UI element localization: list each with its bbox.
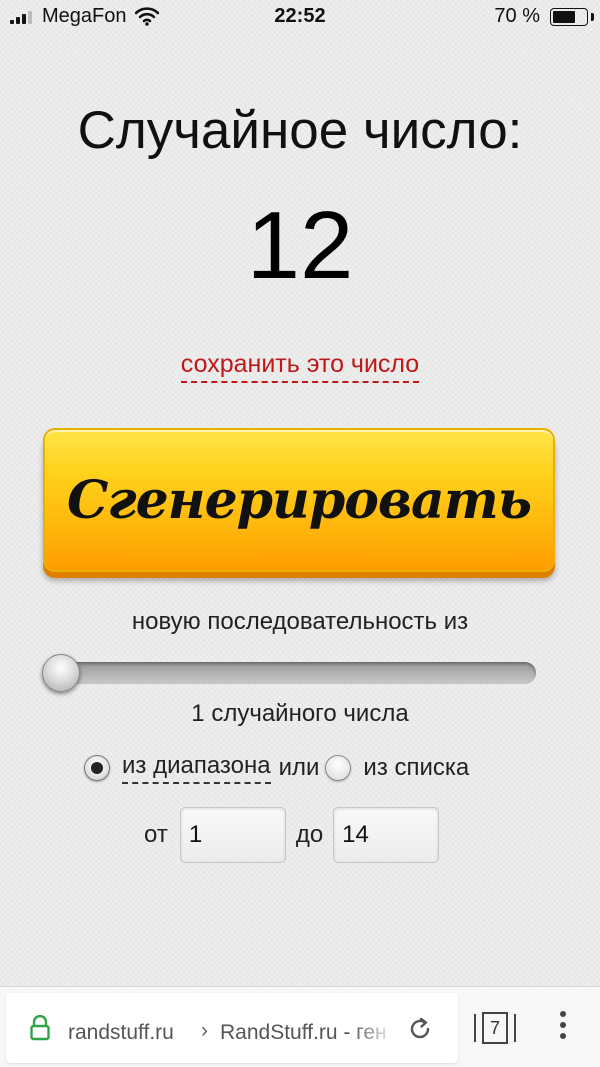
- random-number: 12: [246, 192, 354, 299]
- url-domain: randstuff.ru: [68, 1021, 174, 1044]
- from-label: от: [144, 821, 168, 848]
- tab-count: 7: [482, 1012, 508, 1044]
- range-mode-link[interactable]: из диапазона: [122, 752, 271, 784]
- mode-selector: из диапазона или из списка: [84, 750, 469, 786]
- or-label: или: [278, 754, 320, 781]
- count-slider-handle[interactable]: [42, 654, 80, 692]
- status-bar: MegaFon 22:52 70 %: [0, 0, 600, 34]
- battery-icon: [550, 8, 588, 26]
- generate-button-label: Сгенерировать: [66, 469, 532, 531]
- page-title: Случайное число:: [77, 101, 523, 160]
- range-inputs: от до: [144, 806, 440, 864]
- tabs-right-bar: [514, 1014, 516, 1042]
- battery-tip: [591, 13, 594, 21]
- reload-icon[interactable]: [406, 1015, 434, 1043]
- to-input[interactable]: [333, 807, 440, 863]
- menu-icon[interactable]: [560, 1011, 566, 1039]
- battery-level: [553, 11, 575, 23]
- list-mode-label[interactable]: из списка: [363, 754, 469, 782]
- count-text: 1 случайного числа: [191, 700, 409, 727]
- lock-icon: [30, 1015, 50, 1041]
- generate-button[interactable]: Сгенерировать: [43, 428, 555, 572]
- range-radio[interactable]: [84, 755, 110, 781]
- url-separator: ›: [201, 1019, 208, 1042]
- count-slider-track[interactable]: [44, 662, 536, 684]
- sequence-label: новую последовательность из: [131, 608, 469, 635]
- tabs-left-bar: [474, 1014, 476, 1042]
- battery-percent: 70 %: [494, 5, 540, 27]
- from-input[interactable]: [179, 807, 286, 863]
- to-label: до: [295, 821, 324, 848]
- list-radio[interactable]: [325, 755, 352, 781]
- save-number-link[interactable]: сохранить это число: [180, 350, 420, 383]
- address-bar[interactable]: randstuff.ru › RandStuff.ru - ген: [6, 993, 458, 1063]
- url-page-title: RandStuff.ru - ген: [220, 1021, 387, 1044]
- tabs-button[interactable]: 7: [474, 1011, 516, 1045]
- save-link-wrapper: сохранить это число: [0, 350, 600, 383]
- browser-toolbar: randstuff.ru › RandStuff.ru - ген 7: [0, 986, 600, 1067]
